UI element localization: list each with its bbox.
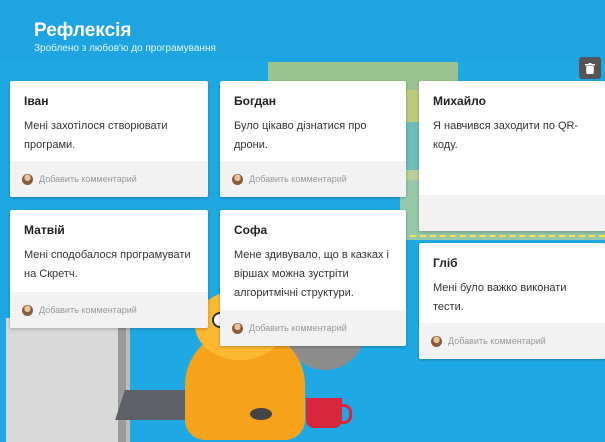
post-text: Мені захотілося створювати програми. (24, 120, 168, 151)
comment-bar[interactable]: Добавить комментарий (10, 161, 208, 197)
trash-icon (585, 62, 595, 74)
page-title: Рефлексія (34, 20, 132, 41)
page-subtitle: Зроблено з любов'ю до програмування (34, 43, 216, 54)
post-card[interactable]: Матвій Мені сподобалося програмувати на … (10, 210, 208, 328)
comment-bar[interactable]: Добавить комментарий (10, 292, 208, 328)
background-decoration (306, 398, 352, 428)
post-author: Гліб (433, 256, 458, 270)
post-card[interactable]: Іван Мені захотілося створювати програми… (10, 81, 208, 197)
avatar (22, 304, 33, 316)
post-card[interactable]: Софа Мене здивувало, що в казках і вірша… (220, 210, 406, 346)
drop-zone-outline (410, 235, 605, 237)
avatar (22, 173, 33, 185)
comment-placeholder[interactable]: Добавить комментарий (249, 174, 347, 184)
background-decoration (250, 408, 272, 420)
wall-header: Рефлексія Зроблено з любов'ю до програму… (0, 0, 605, 62)
avatar (431, 335, 442, 347)
post-text: Мені сподобалося програмувати на Скретч. (24, 249, 191, 280)
comment-bar[interactable]: Добавить комментарий (419, 323, 605, 359)
avatar (232, 173, 243, 185)
post-card[interactable]: Гліб Мені було важко виконати тести. Доб… (419, 243, 605, 359)
post-author: Богдан (234, 94, 277, 108)
post-author: Іван (24, 94, 49, 108)
post-text: Мені було важко виконати тести. (433, 282, 567, 313)
post-author: Софа (234, 223, 268, 237)
post-text: Мене здивувало, що в казках і віршах мож… (234, 249, 389, 299)
post-card[interactable]: Богдан Було цікаво дізнатися про дрони. … (220, 81, 406, 197)
post-text: Я навчився заходити по QR-коду. (433, 120, 579, 151)
background-decoration (6, 318, 126, 442)
post-text: Було цікаво дізнатися про дрони. (234, 120, 367, 151)
comment-placeholder[interactable]: Добавить комментарий (249, 323, 347, 333)
comment-placeholder[interactable]: Добавить комментарий (448, 336, 546, 346)
comment-bar (419, 195, 605, 231)
comment-placeholder[interactable]: Добавить комментарий (39, 174, 137, 184)
comment-bar[interactable]: Добавить комментарий (220, 161, 406, 197)
post-author: Матвій (24, 223, 65, 237)
comment-placeholder[interactable]: Добавить комментарий (39, 305, 137, 315)
post-author: Михайло (433, 94, 486, 108)
avatar (232, 322, 243, 334)
comment-bar[interactable]: Добавить комментарий (220, 310, 406, 346)
delete-button[interactable] (579, 57, 601, 79)
post-card[interactable]: Михайло Я навчився заходити по QR-коду. (419, 81, 605, 231)
